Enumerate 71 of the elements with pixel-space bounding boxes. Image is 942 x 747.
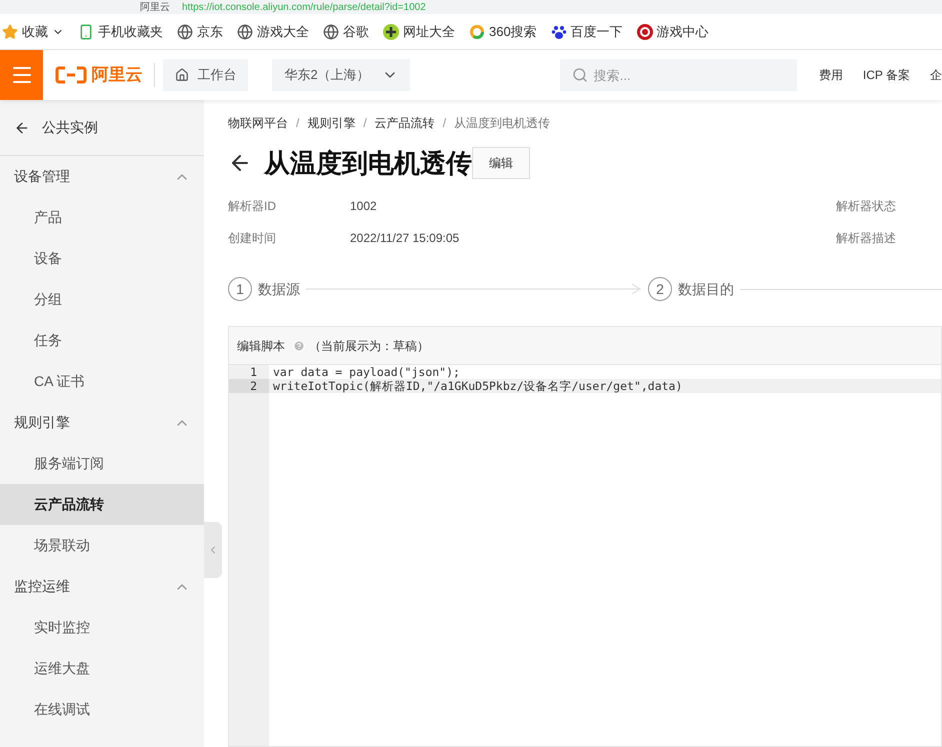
sidebar-item[interactable]: 实时监控 [0,607,204,648]
header-link[interactable]: 企 [930,66,942,84]
step-label: 数据目的 [678,280,734,298]
header-link[interactable]: 费用 [818,66,843,84]
sidebar-item[interactable]: 服务端订阅 [0,443,204,484]
sidebar-item[interactable]: 在线调试 [0,689,204,730]
bookmark-item[interactable]: 手机收藏夹 [78,22,163,42]
breadcrumb-separator: / [296,115,300,132]
globe-icon [323,24,339,40]
back-link[interactable]: 公共实例 [0,100,204,156]
phone-icon [78,24,94,40]
collapse-handle[interactable] [204,522,222,578]
menu-button[interactable] [0,50,44,100]
bookmark-item[interactable]: 360搜索 [469,22,537,42]
tab-title[interactable]: 阿里云 [140,2,170,14]
bookmark-item[interactable]: 收藏 [2,22,64,42]
bookmark-item[interactable]: 谷歌 [323,22,369,42]
sidebar-item[interactable]: 分组 [0,279,204,320]
detail-value: 2022/11/27 15:09:05 [350,230,460,247]
editor-title: 编辑脚本 [237,338,285,354]
breadcrumb-separator: / [363,115,367,132]
breadcrumb-separator: / [442,115,446,132]
detail-label: 解析器状态 [836,198,896,215]
paw-icon [550,24,567,40]
region-select[interactable]: 华东2（上海） [272,59,410,91]
step-number: 1 [228,277,252,301]
bookmark-item[interactable]: 京东 [177,22,223,42]
game-circle-icon [636,24,653,40]
bookmark-item[interactable]: 网址大全 [383,22,455,42]
logo-icon [55,66,88,84]
editor-note: （当前展示为：草稿） [309,338,429,354]
detail-label: 解析器ID [228,198,277,215]
star-icon [2,24,18,40]
home-icon [175,68,190,82]
sidebar-group[interactable]: 监控运维 [0,566,204,607]
logo-text: 阿里云 [91,64,142,86]
bookmark-item[interactable]: 百度一下 [550,22,623,42]
sidebar-item[interactable]: 设备 [0,238,204,279]
ring-icon [469,24,485,40]
page-title: 从温度到电机透传 [264,146,472,180]
bookmark-item[interactable]: 游戏中心 [636,22,709,42]
breadcrumb-item[interactable]: 云产品流转 [374,114,435,132]
line-number: 1 [249,365,258,379]
code-line: var data = payload("json"); [272,365,461,379]
sidebar-item[interactable]: 云产品流转 [0,484,204,525]
step-number: 2 [648,277,672,301]
bookmark-item[interactable]: 游戏大全 [237,22,309,42]
breadcrumb-item[interactable]: 规则引擎 [307,114,356,132]
header-link[interactable]: ICP 备案 [862,66,910,84]
edit-button[interactable]: 编辑 [472,147,530,179]
sidebar-item[interactable]: 场景联动 [0,525,204,566]
sidebar-group[interactable]: 设备管理 [0,156,204,197]
detail-label: 创建时间 [228,230,277,247]
sidebar-item[interactable]: 运维大盘 [0,648,204,689]
sidebar-item[interactable]: 产品 [0,197,204,238]
sidebar-item[interactable]: CA 证书 [0,361,204,402]
search-icon [572,67,588,83]
breadcrumb-item: 从温度到电机透传 [454,115,550,132]
search-field[interactable]: 搜索... [560,59,797,91]
detail-label: 解析器描述 [836,230,896,247]
line-number: 2 [229,379,269,393]
detail-value: 1002 [350,198,378,215]
breadcrumb-item[interactable]: 物联网平台 [228,114,288,132]
globe-icon [237,24,253,40]
help-icon[interactable] [293,340,305,352]
sidebar-group[interactable]: 规则引擎 [0,402,204,443]
sidebar-item[interactable]: 任务 [0,320,204,361]
plus-circle-icon [383,24,399,40]
workbench-button[interactable]: 工作台 [163,59,248,91]
step-label: 数据源 [258,280,300,298]
globe-icon [177,24,193,40]
